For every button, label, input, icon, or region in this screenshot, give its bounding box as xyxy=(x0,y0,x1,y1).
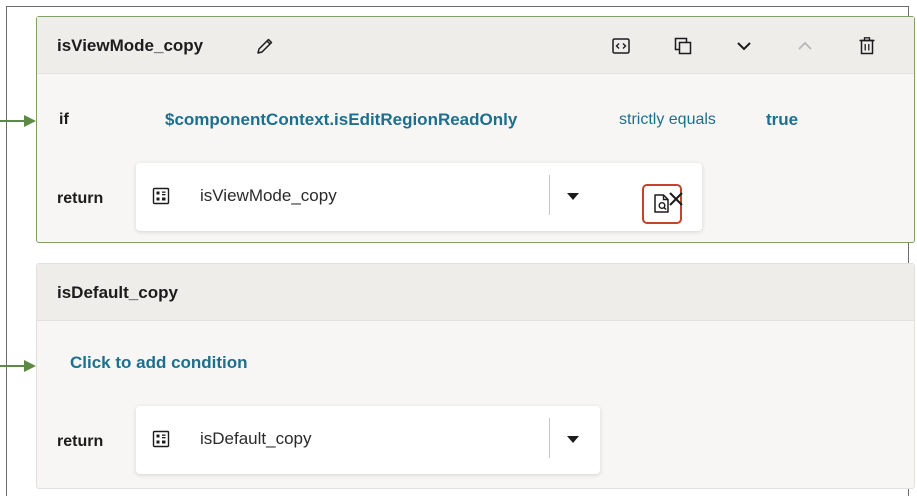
close-icon[interactable] xyxy=(666,189,686,209)
card-title: isDefault_copy xyxy=(57,283,178,302)
rule-card-isdefault[interactable]: isDefault_copy Click to add condition re… xyxy=(36,263,915,489)
rule-card-isviewmode[interactable]: isViewMode_copy if $componentContext.isE… xyxy=(36,16,915,243)
pencil-icon[interactable] xyxy=(255,36,275,56)
trash-icon[interactable] xyxy=(857,36,877,56)
return-value-select[interactable]: isViewMode_copy xyxy=(136,163,702,231)
connector-arrow-1 xyxy=(0,115,36,127)
condition-left-operand[interactable]: $componentContext.isEditRegionReadOnly xyxy=(165,110,517,130)
duplicate-icon[interactable] xyxy=(673,36,693,56)
dropdown-caret-icon[interactable] xyxy=(567,193,579,200)
return-value-text: isDefault_copy xyxy=(200,429,312,448)
if-label: if xyxy=(59,111,69,128)
return-value-text: isViewMode_copy xyxy=(200,186,337,205)
select-divider xyxy=(549,175,550,215)
card-header: isDefault_copy xyxy=(37,264,914,321)
code-icon[interactable] xyxy=(611,36,631,56)
dropdown-caret-icon[interactable] xyxy=(567,436,579,443)
condition-right-operand[interactable]: true xyxy=(766,110,798,130)
return-value-select[interactable]: isDefault_copy xyxy=(136,406,600,474)
select-divider xyxy=(549,418,550,458)
card-title: isViewMode_copy xyxy=(57,36,204,55)
chevron-up-icon[interactable] xyxy=(795,36,815,56)
component-icon xyxy=(152,430,170,448)
chevron-down-icon[interactable] xyxy=(734,36,754,56)
condition-operator[interactable]: strictly equals xyxy=(619,111,716,129)
return-label: return xyxy=(57,190,104,207)
card-header: isViewMode_copy xyxy=(37,17,914,74)
add-condition-link[interactable]: Click to add condition xyxy=(70,353,248,373)
component-icon xyxy=(152,187,170,205)
return-label: return xyxy=(57,433,104,450)
connector-arrow-2 xyxy=(0,360,36,372)
